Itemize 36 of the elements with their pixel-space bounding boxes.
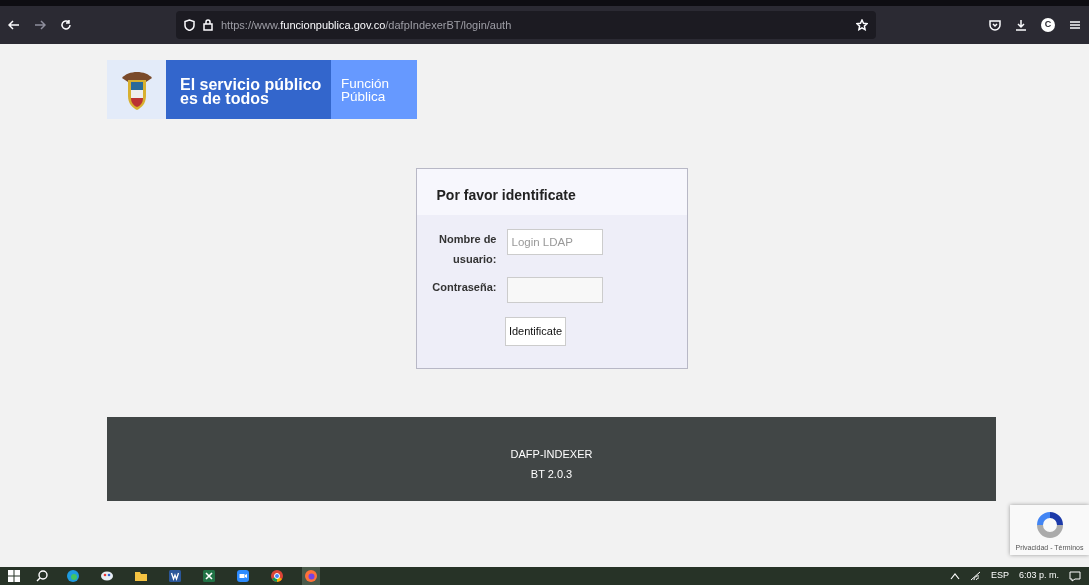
language-indicator[interactable]: ESP [990, 569, 1009, 583]
chrome-browser-icon[interactable] [271, 570, 283, 582]
clock-text[interactable]: 6:03 p. m. [1018, 569, 1059, 583]
pocket-icon[interactable] [989, 19, 1001, 31]
folder-icon[interactable] [135, 570, 147, 582]
palette-icon[interactable] [101, 570, 113, 582]
notification-icon[interactable] [1069, 570, 1081, 582]
windows-start-icon[interactable] [8, 570, 20, 582]
footer-text: DAFP-INDEXER [509, 446, 594, 462]
footer-text: BT 2.0.3 [529, 466, 574, 482]
star-icon[interactable] [856, 19, 868, 31]
profile-avatar[interactable]: C [1041, 18, 1055, 32]
firefox-browser-icon[interactable] [305, 570, 317, 582]
password-field[interactable] [506, 277, 603, 303]
menu-icon[interactable] [1069, 19, 1081, 31]
download-icon[interactable] [1015, 19, 1027, 31]
slogan-text: El servicio público es de todos [166, 60, 331, 119]
username-field[interactable]: Login LDAP [506, 229, 603, 255]
forward-arrow-icon[interactable] [34, 19, 46, 31]
submit-button[interactable]: Identificate [504, 317, 567, 346]
entity-name: Función Pública [331, 60, 417, 119]
excel-icon[interactable] [203, 570, 215, 582]
field-label: Contraseña: [431, 280, 497, 295]
search-icon[interactable] [36, 570, 48, 582]
reload-icon[interactable] [60, 19, 72, 31]
wifi-icon[interactable] [969, 571, 981, 581]
chevron-up-icon[interactable] [949, 572, 960, 580]
edge-browser-icon[interactable] [67, 570, 79, 582]
padlock-icon [203, 19, 213, 31]
back-arrow-icon[interactable] [8, 19, 20, 31]
field-label: Nombre de usuario: [438, 232, 497, 267]
word-icon[interactable] [169, 570, 181, 582]
login-title: Por favor identificate [416, 169, 687, 215]
shield-icon [184, 19, 195, 31]
recaptcha-logo-icon [1034, 510, 1065, 540]
video-camera-icon[interactable] [237, 570, 249, 582]
